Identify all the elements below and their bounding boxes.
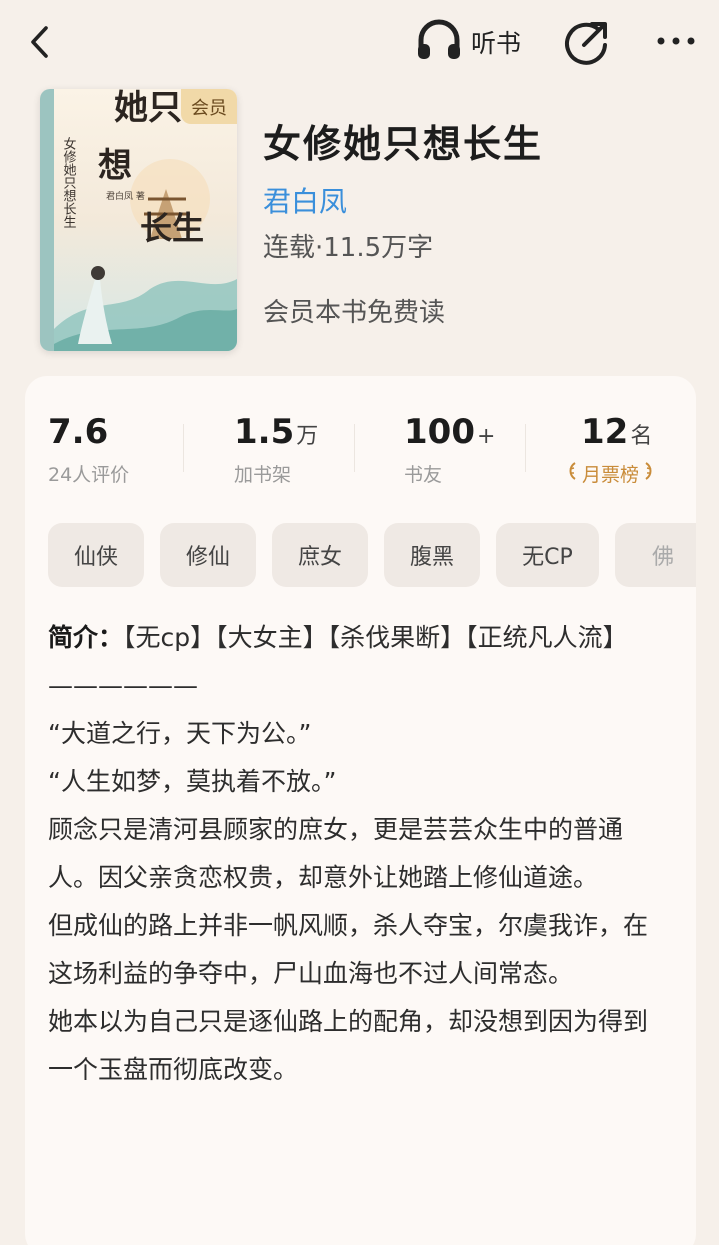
- tag-chip[interactable]: 修仙: [160, 523, 256, 587]
- svg-text:想: 想: [98, 146, 132, 186]
- chevron-left-icon[interactable]: [22, 22, 62, 62]
- cover-title-text: 女修她只想长生: [61, 136, 77, 228]
- laurel-left-icon: [566, 461, 578, 486]
- book-title: 女修她只想长生: [263, 122, 544, 166]
- svg-text:她只: 她只: [114, 89, 182, 128]
- laurel-right-icon: [643, 461, 655, 486]
- stat-value: 100: [404, 412, 475, 452]
- stat-label: 加书架: [234, 464, 292, 486]
- divider: [525, 424, 526, 472]
- intro-line: 顾念只是清河县顾家的庶女，更是芸芸众生中的普通人。因父亲贪恋权贵，却意外让她踏上…: [48, 815, 624, 892]
- book-intro[interactable]: 简介：【无cp】【大女主】【杀伐果断】【正统凡人流】 —————— “大道之行，…: [48, 614, 672, 1094]
- more-icon[interactable]: [654, 26, 698, 56]
- intro-tags-text: 【无cp】【大女主】【杀伐果断】【正统凡人流】: [123, 623, 628, 652]
- intro-line: 她本以为自己只是逐仙路上的配角，却没想到因为得到一个玉盘而彻底改变。: [48, 1007, 649, 1084]
- book-cover[interactable]: 女修她只想长生 她只 想 长生 君白凤 著 会员: [40, 89, 237, 351]
- divider: [183, 424, 184, 472]
- tag-chip[interactable]: 腹黑: [384, 523, 480, 587]
- stat-bookshelf[interactable]: 1.5 万 加书架: [234, 412, 318, 487]
- stat-rating[interactable]: 7.6 24人评价: [48, 412, 129, 487]
- tag-chip[interactable]: 仙侠: [48, 523, 144, 587]
- headphone-icon: [415, 18, 463, 66]
- intro-line: 但成仙的路上并非一帆风顺，杀人夺宝，尔虞我诈，在这场利益的争夺中，尸山血海也不过…: [48, 911, 649, 988]
- author-link[interactable]: 君白凤: [263, 180, 347, 220]
- listen-label: 听书: [471, 29, 522, 58]
- svg-text:长生: 长生: [140, 209, 204, 247]
- top-bar: 听书: [0, 0, 719, 88]
- stat-value: 1.5: [234, 412, 295, 452]
- stat-value: 12: [581, 412, 629, 452]
- intro-line: “人生如梦，莫执着不放。”: [48, 767, 337, 796]
- rank-label: 月票榜: [566, 460, 655, 487]
- divider: [354, 424, 355, 472]
- stat-monthly-ticket[interactable]: 12 名 月票榜: [566, 412, 655, 487]
- tag-list: 仙侠 修仙 庶女 腹黑 无CP 佛: [48, 523, 696, 587]
- share-icon[interactable]: [564, 19, 610, 65]
- stat-label: 月票榜: [582, 464, 640, 486]
- stat-label: 24人评价: [48, 464, 130, 486]
- intro-line: ——————: [48, 671, 198, 700]
- cover-author-text: 君白凤 著: [106, 190, 145, 202]
- tag-chip[interactable]: 佛: [615, 523, 696, 587]
- intro-first-paragraph: 简介：【无cp】【大女主】【杀伐果断】【正统凡人流】: [48, 614, 672, 662]
- free-read-note: 会员本书免费读: [263, 298, 446, 328]
- stat-readers[interactable]: 100 + 书友: [404, 412, 495, 487]
- stat-unit: 万: [296, 424, 319, 449]
- stat-unit: 名: [630, 424, 653, 449]
- stat-value: 7.6: [48, 412, 109, 452]
- tag-chip[interactable]: 无CP: [496, 523, 599, 587]
- intro-heading: 简介：: [48, 623, 124, 652]
- vip-badge: 会员: [181, 89, 237, 124]
- stat-unit: +: [476, 424, 496, 449]
- intro-line: “大道之行，天下为公。”: [48, 719, 312, 748]
- cover-artwork: 女修她只想长生 她只 想 长生 君白凤 著: [40, 89, 237, 351]
- book-status: 连载·11.5万字: [263, 233, 434, 263]
- listen-button[interactable]: 听书: [415, 18, 522, 66]
- tag-chip[interactable]: 庶女: [272, 523, 368, 587]
- stat-label: 书友: [404, 464, 443, 486]
